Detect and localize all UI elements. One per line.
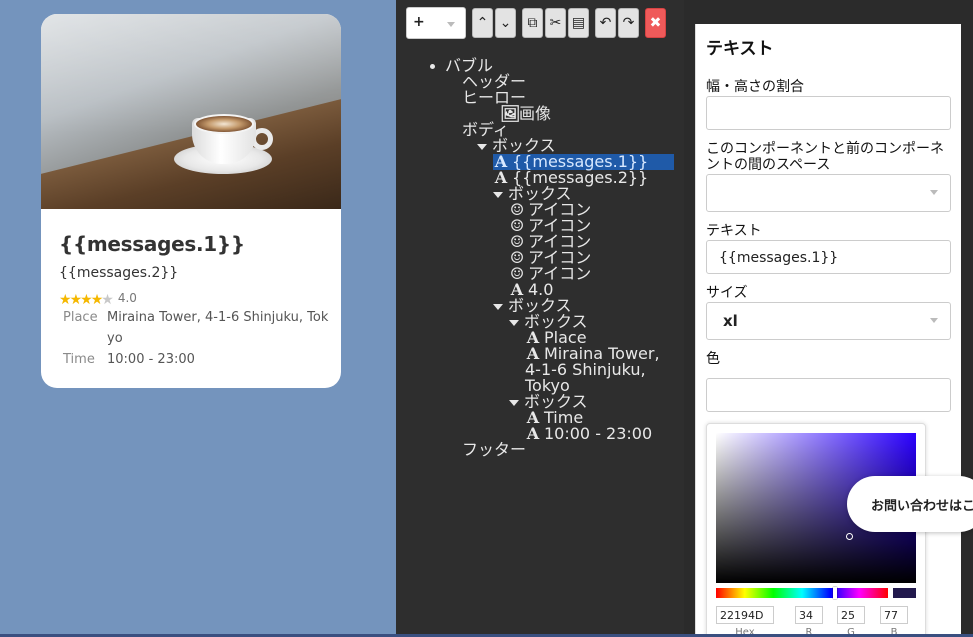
chevron-down-icon <box>930 190 938 195</box>
add-select-label: + <box>413 14 425 30</box>
caret-down-icon <box>477 143 487 150</box>
info-label: Time <box>63 352 95 367</box>
card-subtitle: {{messages.2}} <box>59 265 179 281</box>
tree-toolbar: + ⌃ ⌄ ⧉ ✂ ▤ ↶ ↷ ✖ <box>406 7 666 39</box>
caret-down-icon <box>493 191 503 198</box>
text-icon: A <box>526 424 540 443</box>
size-select-value: xl <box>723 312 738 330</box>
copy-icon: ⧉ <box>527 15 538 31</box>
tree-node-text[interactable]: A Miraina Tower, 4-1-6 Shinjuku, Tokyo <box>525 346 673 394</box>
star-filled-icon: ★ <box>59 291 71 308</box>
paste-icon: ▤ <box>571 15 586 31</box>
tree-node-label: 10:00 - 23:00 <box>544 424 653 443</box>
properties-title: テキスト <box>706 39 774 59</box>
hue-slider[interactable] <box>716 587 888 599</box>
chevron-down-icon <box>447 22 455 27</box>
chevron-down-icon: ⌄ <box>499 15 512 31</box>
contact-chat-bubble[interactable]: お問い合わせはこちら <box>847 476 973 532</box>
text-input[interactable]: {{messages.1}} <box>706 240 951 274</box>
hue-cursor[interactable] <box>833 587 837 599</box>
text-label: テキスト <box>706 223 762 239</box>
copy-button[interactable]: ⧉ <box>522 8 543 38</box>
cut-button[interactable]: ✂ <box>545 8 566 38</box>
close-icon: ✖ <box>649 15 662 31</box>
redo-icon: ↷ <box>622 15 635 31</box>
chevron-down-icon <box>930 318 938 323</box>
caret-down-icon <box>493 303 503 310</box>
paste-button[interactable]: ▤ <box>568 8 589 38</box>
redo-button[interactable]: ↷ <box>618 8 639 38</box>
size-select[interactable]: xl <box>706 302 951 340</box>
add-component-select[interactable]: + <box>406 7 466 39</box>
g-field[interactable]: 25 <box>837 606 865 624</box>
rating-row: ★★★★★ 4.0 <box>59 289 137 308</box>
tree-node-label: フッター <box>462 440 527 459</box>
hex-field[interactable]: 22194D <box>716 606 774 624</box>
delete-button[interactable]: ✖ <box>645 8 666 38</box>
margin-label: このコンポーネントと前のコンポーネントの間のスペース <box>706 141 944 173</box>
color-input[interactable] <box>706 378 951 412</box>
info-value: 10:00 - 23:00 <box>107 352 195 367</box>
chevron-up-icon: ⌃ <box>476 15 489 31</box>
flex-label: 幅・高さの割合 <box>706 79 804 95</box>
move-up-button[interactable]: ⌃ <box>472 8 493 38</box>
r-field[interactable]: 34 <box>795 606 823 624</box>
margin-select[interactable] <box>706 174 951 212</box>
properties-panel: テキスト 幅・高さの割合 このコンポーネントと前のコンポーネントの間のスペース … <box>695 24 961 637</box>
info-row-time: Time 10:00 - 23:00 <box>63 349 329 370</box>
rating-value: 4.0 <box>117 291 137 305</box>
move-down-button[interactable]: ⌄ <box>495 8 516 38</box>
card-title: {{messages.1}} <box>59 232 245 256</box>
info-label: Place <box>63 310 98 325</box>
info-row-place: Place Miraina Tower, 4-1-6 Shinjuku, Tok… <box>63 307 329 349</box>
b-field[interactable]: 77 <box>880 606 908 624</box>
tree-node-text[interactable]: A 10:00 - 23:00 <box>525 426 652 442</box>
bubble-card: {{messages.1}} {{messages.2}} ★★★★★ 4.0 … <box>41 14 341 388</box>
bubble-preview-pane: {{messages.1}} {{messages.2}} ★★★★★ 4.0 … <box>0 0 396 637</box>
component-tree-panel: + ⌃ ⌄ ⧉ ✂ ▤ ↶ ↷ ✖ バブル ヘッダー ヒーロー 🖼画像 ボディ … <box>396 0 684 637</box>
undo-button[interactable]: ↶ <box>595 8 616 38</box>
caret-down-icon <box>509 319 519 326</box>
star-filled-icon: ★ <box>80 291 92 308</box>
scissors-icon: ✂ <box>549 15 562 31</box>
hero-image <box>41 14 341 209</box>
bullet-icon <box>430 64 435 69</box>
star-empty-icon: ★ <box>101 291 113 308</box>
tree-node-label: 画像 <box>519 104 552 123</box>
hero-latte-art <box>194 114 254 134</box>
caret-down-icon <box>509 399 519 406</box>
contact-chat-text: お問い合わせはこちら <box>871 499 973 514</box>
size-label: サイズ <box>706 285 748 301</box>
info-value: Miraina Tower, 4-1-6 Shinjuku, Tokyo <box>107 310 329 346</box>
text-icon: A <box>494 168 508 187</box>
color-swatch <box>893 588 916 598</box>
tree-node-footer[interactable]: フッター <box>462 442 526 458</box>
saturation-cursor[interactable] <box>846 533 853 540</box>
color-label: 色 <box>706 351 720 367</box>
star-filled-icon: ★ <box>90 291 103 308</box>
undo-icon: ↶ <box>599 15 612 31</box>
tree-node-label: Miraina Tower, 4-1-6 Shinjuku, Tokyo <box>525 344 660 395</box>
flex-input[interactable] <box>706 96 951 130</box>
rating-stars: ★★★★★ <box>59 289 114 308</box>
star-filled-icon: ★ <box>69 291 82 308</box>
